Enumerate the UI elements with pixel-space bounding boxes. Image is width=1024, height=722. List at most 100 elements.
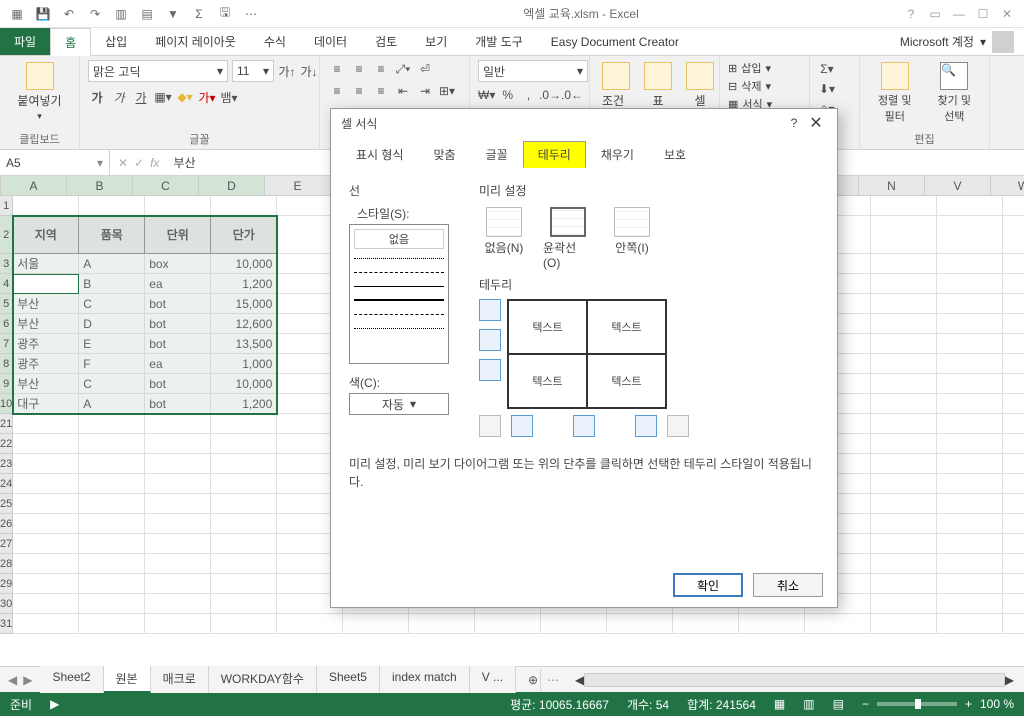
dialog-tab-3[interactable]: 테두리 <box>523 141 586 168</box>
horizontal-scrollbar[interactable] <box>584 673 1005 687</box>
cell[interactable] <box>871 274 937 294</box>
cell[interactable] <box>871 354 937 374</box>
tab-insert[interactable]: 삽입 <box>91 28 141 55</box>
cell[interactable]: bot <box>145 334 211 354</box>
tab-data[interactable]: 데이터 <box>300 28 361 55</box>
fill-color-icon[interactable]: ◆▾ <box>176 88 194 106</box>
cell[interactable]: 12,600 <box>211 314 277 334</box>
dialog-close-icon[interactable]: ✕ <box>805 113 827 133</box>
view-layout-icon[interactable]: ▥ <box>803 697 814 711</box>
cell[interactable] <box>1003 554 1024 574</box>
account-link[interactable]: Microsoft 계정 ▾ <box>890 28 1024 55</box>
cell[interactable]: 부산 <box>13 314 79 334</box>
row-header-2[interactable]: 2 <box>0 216 13 254</box>
cell[interactable]: D <box>79 314 145 334</box>
cell[interactable]: 15,000 <box>211 294 277 314</box>
fill-icon[interactable]: ⬇▾ <box>818 80 836 98</box>
cell[interactable] <box>79 196 145 216</box>
cell[interactable] <box>145 594 211 614</box>
cell[interactable] <box>343 614 409 634</box>
cell[interactable] <box>871 574 937 594</box>
tab-layout[interactable]: 페이지 레이아웃 <box>141 28 250 55</box>
cell[interactable] <box>145 434 211 454</box>
cell[interactable] <box>871 334 937 354</box>
border-bottom-button[interactable] <box>479 359 501 381</box>
cell[interactable] <box>13 514 79 534</box>
tab-home[interactable]: 홈 <box>50 28 91 56</box>
dialog-tab-4[interactable]: 채우기 <box>586 141 649 168</box>
border-icon[interactable]: ▦▾ <box>154 88 172 106</box>
cell[interactable] <box>673 614 739 634</box>
cell[interactable] <box>1003 314 1024 334</box>
hscroll-right-icon[interactable]: ▶ <box>1005 673 1014 687</box>
border-top-button[interactable] <box>479 299 501 321</box>
cell[interactable] <box>145 494 211 514</box>
comma-icon[interactable]: , <box>520 86 537 104</box>
cell[interactable] <box>805 614 871 634</box>
sheet-tab-4[interactable]: Sheet5 <box>317 666 380 693</box>
cell[interactable]: 1,200 <box>211 274 277 294</box>
cell[interactable] <box>937 354 1003 374</box>
row-header-8[interactable]: 8 <box>0 354 13 374</box>
border-diag-up-button[interactable] <box>479 415 501 437</box>
row-header-28[interactable]: 28 <box>0 554 13 574</box>
row-header-7[interactable]: 7 <box>0 334 13 354</box>
cell[interactable]: A <box>79 394 145 414</box>
cell[interactable]: 광주 <box>13 334 79 354</box>
cell[interactable] <box>79 614 145 634</box>
enter-entry-icon[interactable]: ✓ <box>134 156 144 170</box>
maximize-icon[interactable]: ☐ <box>974 7 992 21</box>
col-header-W[interactable]: W <box>991 176 1024 195</box>
cell[interactable] <box>937 314 1003 334</box>
cell[interactable] <box>871 594 937 614</box>
cell[interactable]: 1,200 <box>211 394 277 414</box>
preset-none-button[interactable]: 없음(N) <box>479 207 529 270</box>
cell[interactable] <box>79 414 145 434</box>
border-vmiddle-button[interactable] <box>573 415 595 437</box>
col-header-D[interactable]: D <box>199 176 265 195</box>
cell[interactable] <box>937 574 1003 594</box>
cell[interactable] <box>1003 574 1024 594</box>
font-size-combo[interactable]: 11▾ <box>232 60 274 82</box>
name-box[interactable]: A5▾ <box>0 150 110 175</box>
ribbon-options-icon[interactable]: ▭ <box>926 7 944 21</box>
line-style-thick[interactable] <box>354 295 444 305</box>
border-left-button[interactable] <box>511 415 533 437</box>
cell[interactable] <box>1003 334 1024 354</box>
cell[interactable]: ea <box>145 354 211 374</box>
preset-inside-button[interactable]: 안쪽(I) <box>607 207 657 270</box>
sheet-tab-6[interactable]: V ... <box>470 666 516 693</box>
col-header-V[interactable]: V <box>925 176 991 195</box>
cell[interactable] <box>937 494 1003 514</box>
preset-outline-button[interactable]: 윤곽선(O) <box>543 207 593 270</box>
sort-filter-button[interactable]: 정렬 및 필터 <box>868 60 922 126</box>
cell[interactable] <box>871 294 937 314</box>
cell[interactable] <box>871 534 937 554</box>
cell[interactable]: box <box>145 254 211 274</box>
col-header-B[interactable]: B <box>67 176 133 195</box>
zoom-in-icon[interactable]: + <box>965 697 972 711</box>
cell[interactable] <box>937 614 1003 634</box>
zoom-slider[interactable] <box>877 702 957 706</box>
row-header-25[interactable]: 25 <box>0 494 13 514</box>
tab-review[interactable]: 검토 <box>361 28 411 55</box>
cell[interactable] <box>79 514 145 534</box>
cell[interactable] <box>13 554 79 574</box>
cell[interactable] <box>1003 514 1024 534</box>
cell[interactable] <box>871 554 937 574</box>
row-header-6[interactable]: 6 <box>0 314 13 334</box>
row-header-4[interactable]: 4 <box>0 274 13 294</box>
line-style-dashed[interactable] <box>354 267 444 277</box>
paste-button[interactable]: 붙여넣기 ▾ <box>8 60 71 124</box>
cell[interactable] <box>1003 474 1024 494</box>
cell[interactable] <box>871 614 937 634</box>
table-format-button[interactable]: 표 <box>640 60 676 111</box>
cell[interactable] <box>79 534 145 554</box>
cell[interactable]: 10,000 <box>211 374 277 394</box>
row-header-30[interactable]: 30 <box>0 594 13 614</box>
cell[interactable]: bot <box>145 314 211 334</box>
cell[interactable] <box>937 434 1003 454</box>
tab-developer[interactable]: 개발 도구 <box>461 28 537 55</box>
save-icon[interactable]: 💾 <box>32 3 54 25</box>
align-mid-icon[interactable]: ≡ <box>350 60 368 78</box>
